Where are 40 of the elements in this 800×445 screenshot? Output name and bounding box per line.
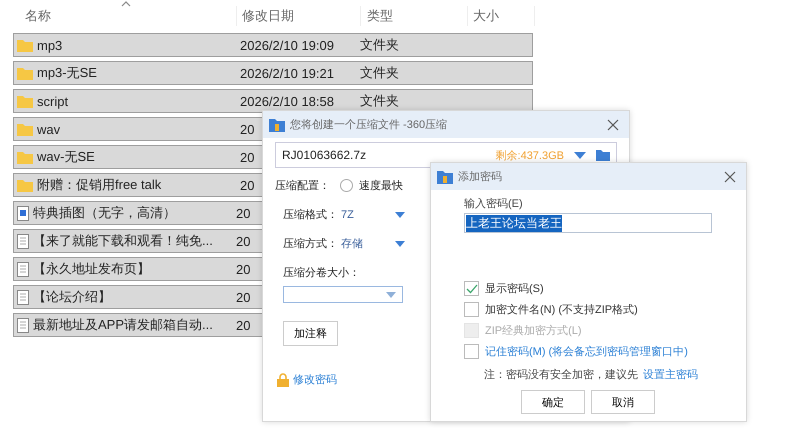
field-label: 压缩格式： (283, 208, 339, 222)
modified-date: 20 (236, 206, 250, 220)
checkbox-label: 显示密码(S) (485, 282, 544, 296)
modified-date: 2026/2/10 18:58 (240, 94, 334, 108)
file-name: mp3-无SE (37, 64, 98, 82)
checkbox-label: 记住密码(M) (将会备忘到密码管理窗口中) (485, 344, 688, 359)
filename-value: RJ01063662.7z (282, 148, 368, 162)
file-name: 【来了就能下载和观看！纯免... (33, 232, 214, 250)
file-name: script (37, 94, 70, 108)
config-label: 压缩配置： (275, 178, 330, 193)
file-name: wav (37, 122, 62, 136)
file-type: 文件夹 (360, 92, 399, 110)
field-label: 压缩分卷大小： (282, 266, 361, 280)
file-name: wav-无SE (37, 148, 96, 166)
modified-date: 20 (236, 262, 250, 276)
modified-date: 2026/2/10 19:21 (240, 66, 334, 80)
free-space: 剩余:437.3GB (496, 148, 564, 162)
file-name: 【论坛介绍】 (33, 288, 112, 306)
file-name: 特典插图（无字，高清） (33, 204, 177, 222)
file-name: 附赠：促销用free talk (37, 176, 162, 194)
file-name: 【永久地址发布页】 (33, 260, 151, 278)
field-label: 压缩方式： (283, 236, 339, 251)
file-name: mp3 (37, 38, 64, 52)
file-name: 最新地址及APP请发邮箱自动... (33, 316, 214, 334)
modified-date: 2026/2/10 19:09 (240, 38, 334, 52)
modified-date: 20 (240, 150, 254, 164)
file-type: 文件夹 (360, 64, 399, 82)
checkbox-label: ZIP经典加密方式(L) (485, 324, 582, 338)
checkbox-label: 加密文件名(N) (不支持ZIP格式) (485, 302, 638, 317)
modified-date: 20 (236, 318, 250, 332)
window-title: 您将创建一个压缩文件 -360压缩 (290, 118, 448, 132)
modified-date: 20 (240, 122, 254, 136)
modified-date: 20 (236, 234, 250, 248)
modified-date: 20 (236, 290, 250, 304)
file-type: 文件夹 (360, 36, 399, 54)
field-label: 输入密码(E) (464, 196, 524, 211)
modified-date: 20 (240, 178, 254, 192)
radio-label: 速度最快 (359, 178, 403, 193)
note-text: 注：密码没有安全加密，建议先 (484, 369, 638, 381)
window-title: 添加密码 (458, 170, 502, 184)
